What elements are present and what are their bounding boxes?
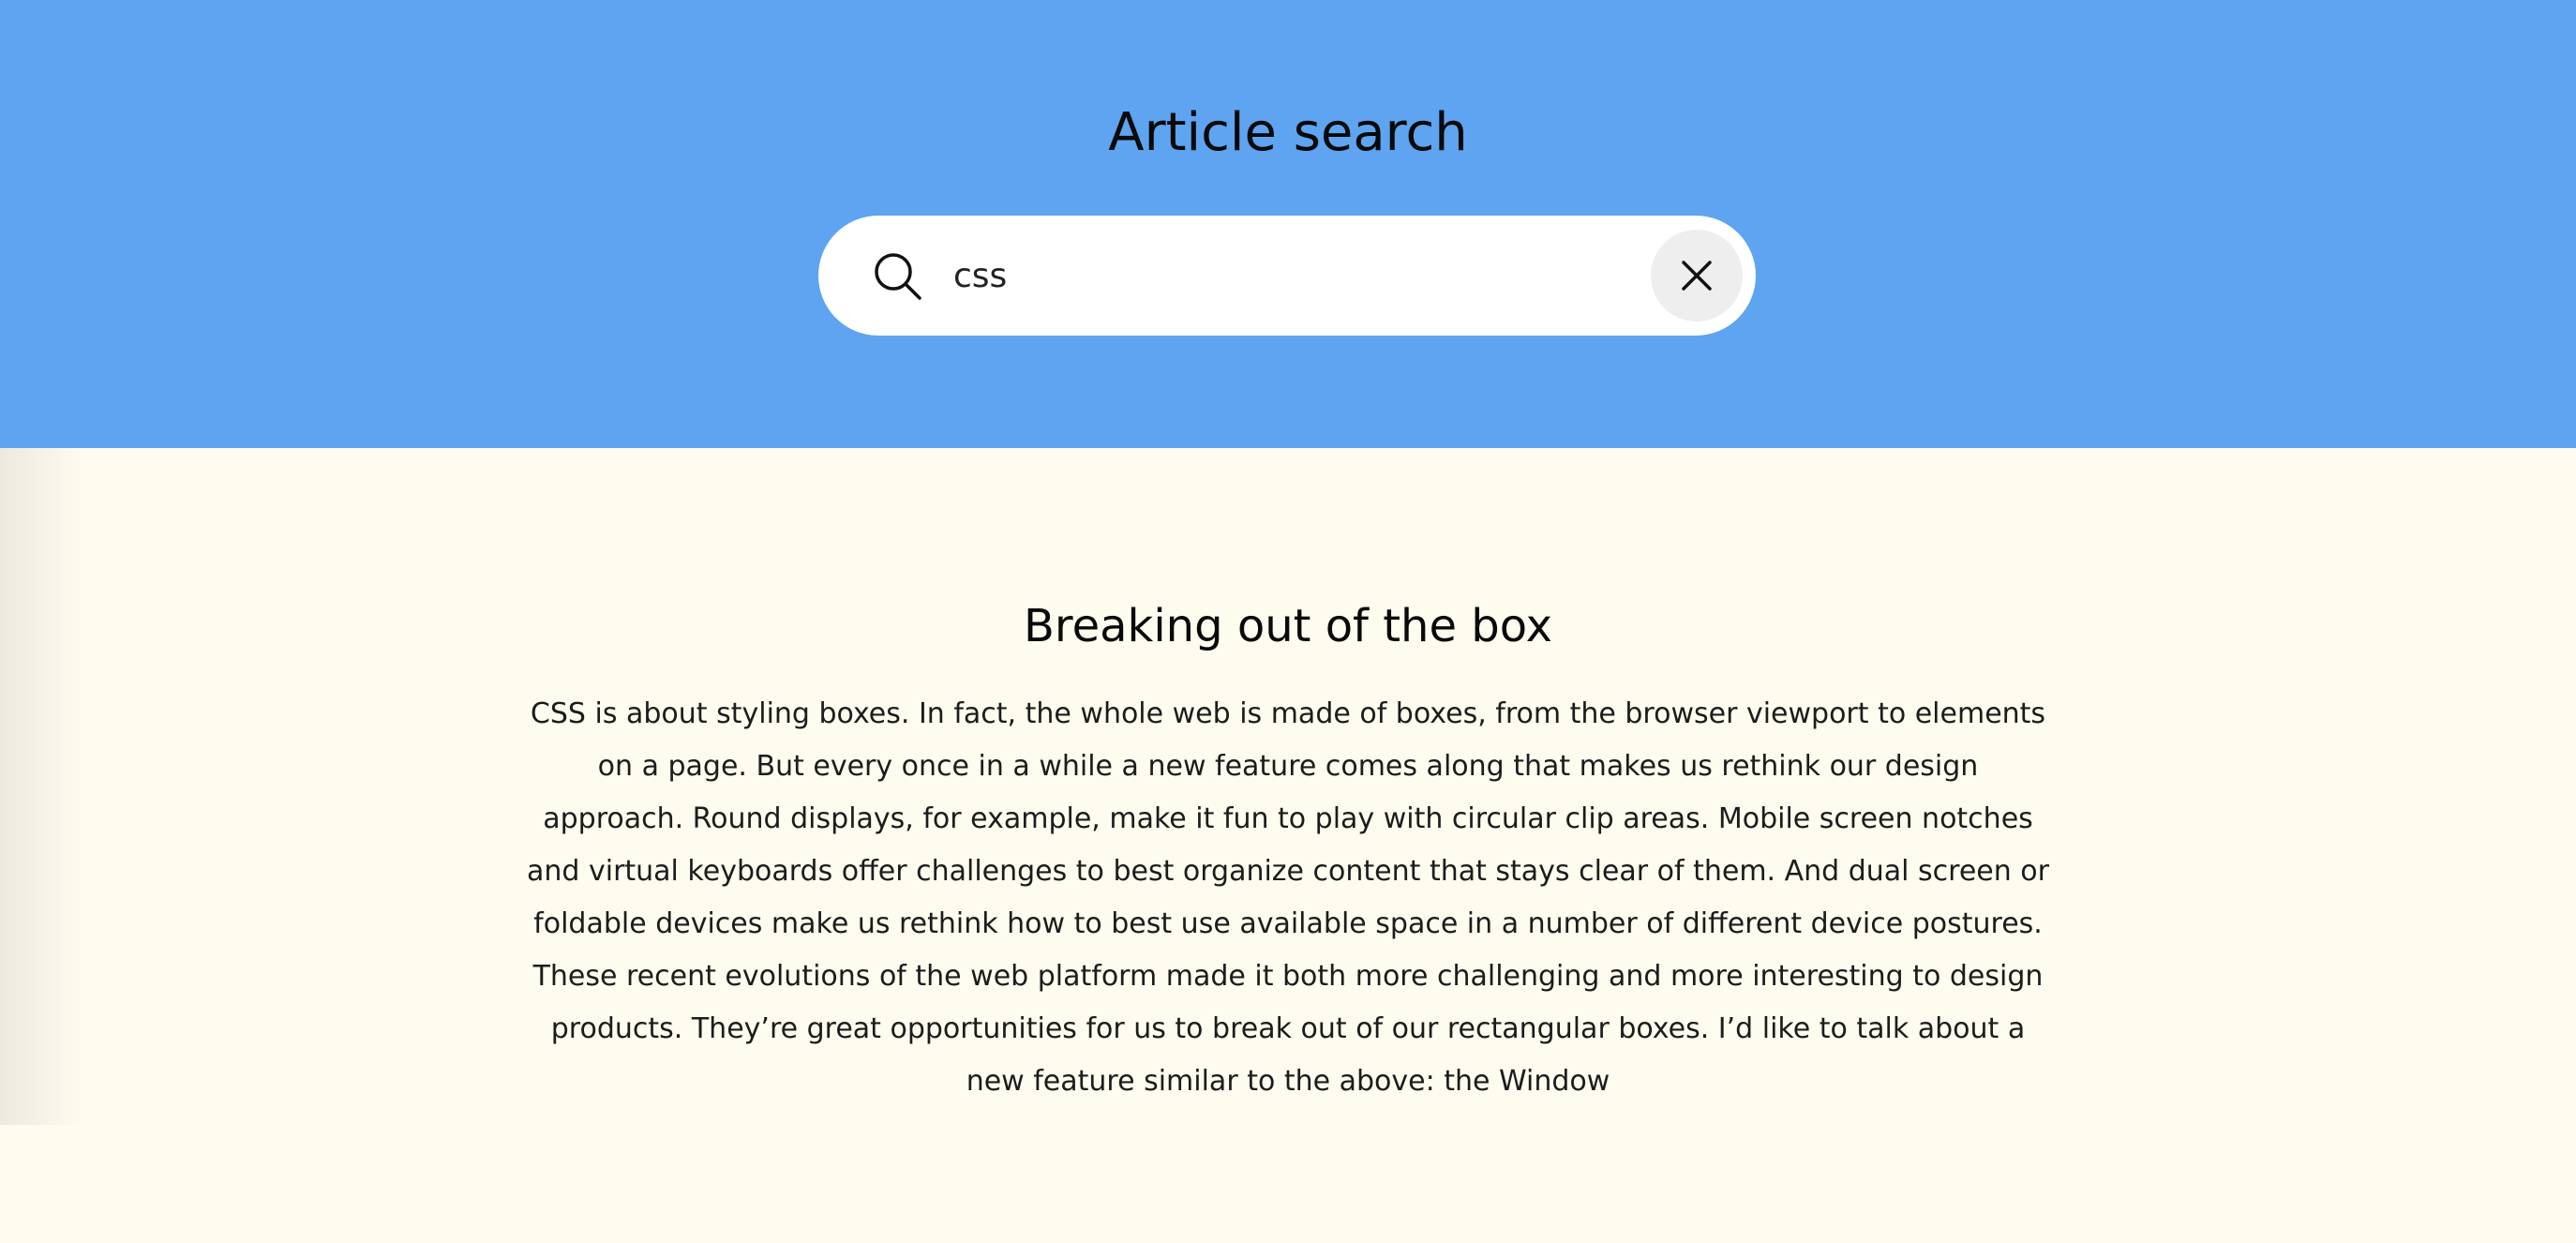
article-title: Breaking out of the box xyxy=(1023,600,1553,652)
close-icon xyxy=(1682,261,1712,291)
page-title: Article search xyxy=(1108,102,1468,163)
search-input[interactable] xyxy=(953,238,1506,313)
search-icon xyxy=(873,251,923,302)
article-body: CSS is about styling boxes. In fact, the… xyxy=(527,697,2049,1098)
clear-search-button[interactable] xyxy=(1651,230,1743,322)
article-result: Breaking out of the box CSS is about sty… xyxy=(525,589,2051,1131)
search-bar xyxy=(818,216,1756,336)
search-header: Article search xyxy=(0,0,2576,448)
